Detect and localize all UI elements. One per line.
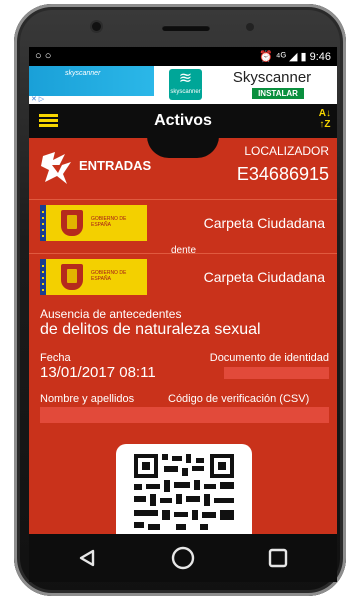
ad-brand-text: skyscanner [65,70,101,77]
ad-banner[interactable]: skyscanner ✕ ▷ ≋ skyscanner Skyscanner I… [29,66,337,104]
pass-detail: Ausencia de antecedentes de delitos de n… [29,300,337,534]
back-icon[interactable] [53,534,123,582]
ticket-label: ENTRADAS [79,158,152,173]
government-logo: GOBIERNO DE ESPAÑA [40,205,147,241]
pass-card[interactable]: GOBIERNO DE ESPAÑA Carpeta Ciudadana [29,253,337,300]
front-camera [92,22,101,31]
coat-of-arms-icon [61,264,83,290]
sort-top: A↓ [318,108,331,119]
locator-value: E34686915 [236,164,329,184]
install-button[interactable]: INSTALAR [252,88,304,99]
certificate-type-line1: Ausencia de antecedentes [40,307,182,321]
sort-az-icon[interactable]: A↓ ↑Z [319,108,331,130]
earpiece-speaker [162,25,210,31]
nombre-label: Nombre y apellidos [40,393,135,405]
logo-text: GOBIERNO DE ESPAÑA [91,270,127,282]
ad-title: Skyscanner [232,69,312,86]
government-logo: GOBIERNO DE ESPAÑA [40,259,147,295]
csv-label: Código de verificación (CSV) [168,393,310,405]
skyscanner-logo-icon[interactable]: ≋ skyscanner [169,69,202,100]
android-nav-bar [29,534,337,582]
adchoices-icon[interactable]: ✕ ▷ [31,95,44,103]
qr-code [116,444,252,534]
home-icon[interactable] [148,534,218,582]
name-csv-redacted [40,407,329,423]
eu-flag-strip [40,259,46,295]
recents-icon[interactable] [243,534,313,582]
logo-text: GOBIERNO DE ESPAÑA [91,216,127,228]
notification-icons: ○ ○ [35,50,52,62]
status-indicators: ⏰ ⁴ᴳ ◢ ▮ 9:46 [258,51,331,63]
qr-code-icon [134,454,234,530]
documento-label: Documento de identidad [209,352,329,364]
pass-card[interactable]: GOBIERNO DE ESPAÑA Carpeta Ciudadana [29,199,337,246]
ticket-icon [41,152,71,184]
logo-caption: skyscanner [170,89,201,95]
card-name: Carpeta Ciudadana [203,215,325,231]
fecha-value: 13/01/2017 08:11 [40,364,156,381]
wifi-plane-icon: ≋ [178,70,193,87]
ad-image[interactable]: skyscanner [29,66,154,96]
coat-of-arms-icon [61,210,83,236]
app-bar: Activos A↓ ↑Z [29,104,337,138]
certificate-type-line2: de delitos de naturaleza sexual [40,321,261,338]
locator-label: LOCALIZADOR [244,144,329,158]
proximity-sensor [246,23,254,31]
screen: ○ ○ ⏰ ⁴ᴳ ◢ ▮ 9:46 skyscanner ✕ ▷ ≋ skysc… [29,47,337,534]
header-notch [147,136,219,158]
sort-bottom: ↑Z [319,119,331,130]
page-title: Activos [154,112,212,129]
eu-flag-strip [40,205,46,241]
card-name: Carpeta Ciudadana [203,269,325,285]
fecha-label: Fecha [40,352,71,364]
status-bar: ○ ○ ⏰ ⁴ᴳ ◢ ▮ 9:46 [29,47,337,66]
documento-redacted [224,367,329,379]
